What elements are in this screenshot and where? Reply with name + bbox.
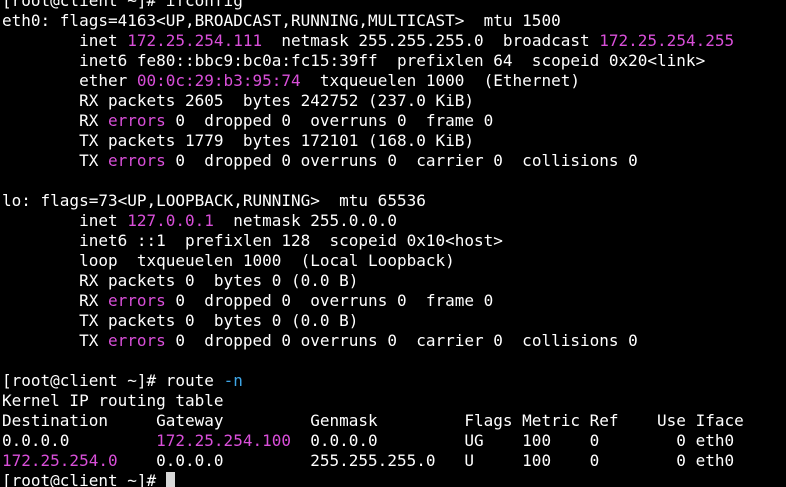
terminal-line: eth0: flags=4163<UP,BROADCAST,RUNNING,MU… [2, 11, 744, 31]
terminal-line: RX errors 0 dropped 0 overruns 0 frame 0 [2, 111, 744, 131]
terminal-text: RX packets 2605 bytes 242752 (237.0 KiB) [2, 91, 475, 110]
terminal-text: loop txqueuelen 1000 (Local Loopback) [2, 251, 455, 270]
terminal-line: TX errors 0 dropped 0 overruns 0 carrier… [2, 151, 744, 171]
highlighted-text: errors [107, 291, 166, 310]
terminal-text: 0.0.0.0 [2, 431, 157, 450]
terminal-line: inet 127.0.0.1 netmask 255.0.0.0 [2, 211, 744, 231]
terminal-text: lo: flags=73<UP,LOOPBACK,RUNNING> mtu 65… [2, 191, 426, 210]
terminal-line: inet6 fe80::bbc9:bc0a:fc15:39ff prefixle… [2, 51, 744, 71]
terminal-text: inet [2, 211, 128, 230]
terminal-line: RX packets 2605 bytes 242752 (237.0 KiB) [2, 91, 744, 111]
terminal-text: Destination Gateway Genmask Flags Metric… [2, 411, 744, 430]
terminal-text: 0 dropped 0 overruns 0 frame 0 [165, 111, 494, 130]
terminal-text: TX packets 0 bytes 0 (0.0 B) [2, 311, 359, 330]
terminal-line: lo: flags=73<UP,LOOPBACK,RUNNING> mtu 65… [2, 191, 744, 211]
highlighted-text: 172.25.254.0 [2, 451, 118, 470]
terminal-line: RX errors 0 dropped 0 overruns 0 frame 0 [2, 291, 744, 311]
terminal-window[interactable]: [root@client ~]# ifconfig eth0: flags=416… [0, 0, 786, 487]
terminal-text: TX [2, 331, 108, 350]
terminal-line: ether 00:0c:29:b3:95:74 txqueuelen 1000 … [2, 71, 744, 91]
terminal-text: Kernel IP routing table [2, 391, 224, 410]
highlighted-text: 172.25.254.111 [127, 31, 263, 50]
terminal-text: [root@client ~]# ifconfig [2, 0, 243, 10]
highlighted-text: errors [107, 331, 166, 350]
terminal-line: Kernel IP routing table [2, 391, 744, 411]
terminal-line: inet 172.25.254.111 netmask 255.255.255.… [2, 31, 744, 51]
terminal-line: Destination Gateway Genmask Flags Metric… [2, 411, 744, 431]
terminal-text: inet6 fe80::bbc9:bc0a:fc15:39ff prefixle… [2, 51, 706, 70]
highlighted-text: 00:0c:29:b3:95:74 [136, 71, 301, 90]
command-option: -n [223, 371, 243, 390]
highlighted-text: errors [107, 111, 166, 130]
terminal-text: RX packets 0 bytes 0 (0.0 B) [2, 271, 359, 290]
terminal-line: 0.0.0.0 172.25.254.100 0.0.0.0 UG 100 0 … [2, 431, 744, 451]
terminal-line: loop txqueuelen 1000 (Local Loopback) [2, 251, 744, 271]
highlighted-text: errors [107, 151, 166, 170]
terminal-text: ether [2, 71, 137, 90]
terminal-text: inet6 ::1 prefixlen 128 scopeid 0x10<hos… [2, 231, 503, 250]
text-cursor [165, 472, 175, 487]
terminal-text: TX [2, 151, 108, 170]
terminal-text: RX [2, 111, 108, 130]
highlighted-text: 127.0.0.1 [127, 211, 214, 230]
terminal-text: netmask 255.0.0.0 [213, 211, 397, 230]
terminal-text: txqueuelen 1000 (Ethernet) [300, 71, 580, 90]
terminal-text: 0 dropped 0 overruns 0 carrier 0 collisi… [165, 331, 638, 350]
terminal-line: 172.25.254.0 0.0.0.0 255.255.255.0 U 100… [2, 451, 744, 471]
terminal-line: [root@client ~]# ifconfig [2, 0, 744, 11]
terminal-text: eth0: flags=4163<UP,BROADCAST,RUNNING,MU… [2, 11, 561, 30]
terminal-text: [root@client ~]# route [2, 371, 224, 390]
terminal-line: TX packets 0 bytes 0 (0.0 B) [2, 311, 744, 331]
terminal-text: netmask 255.255.255.0 broadcast [262, 31, 600, 50]
highlighted-text: 172.25.254.255 [599, 31, 735, 50]
terminal-text: inet [2, 31, 128, 50]
terminal-text: [root@client ~]# [2, 471, 166, 487]
terminal-line: TX packets 1779 bytes 172101 (168.0 KiB) [2, 131, 744, 151]
terminal-line: [root@client ~]# route -n [2, 371, 744, 391]
terminal-line: TX errors 0 dropped 0 overruns 0 carrier… [2, 331, 744, 351]
terminal-text: 0.0.0.0 UG 100 0 0 eth0 [290, 431, 735, 450]
terminal-line: [root@client ~]# [2, 471, 744, 487]
terminal-text: RX [2, 291, 108, 310]
highlighted-text: 172.25.254.100 [156, 431, 291, 450]
terminal-text: 0 dropped 0 overruns 0 carrier 0 collisi… [165, 151, 638, 170]
terminal-line: inet6 ::1 prefixlen 128 scopeid 0x10<hos… [2, 231, 744, 251]
terminal-output: [root@client ~]# ifconfig eth0: flags=416… [2, 0, 744, 487]
terminal-text: 0.0.0.0 255.255.255.0 U 100 0 0 eth0 [117, 451, 735, 470]
terminal-text: TX packets 1779 bytes 172101 (168.0 KiB) [2, 131, 475, 150]
terminal-text: 0 dropped 0 overruns 0 frame 0 [165, 291, 494, 310]
terminal-line: RX packets 0 bytes 0 (0.0 B) [2, 271, 744, 291]
